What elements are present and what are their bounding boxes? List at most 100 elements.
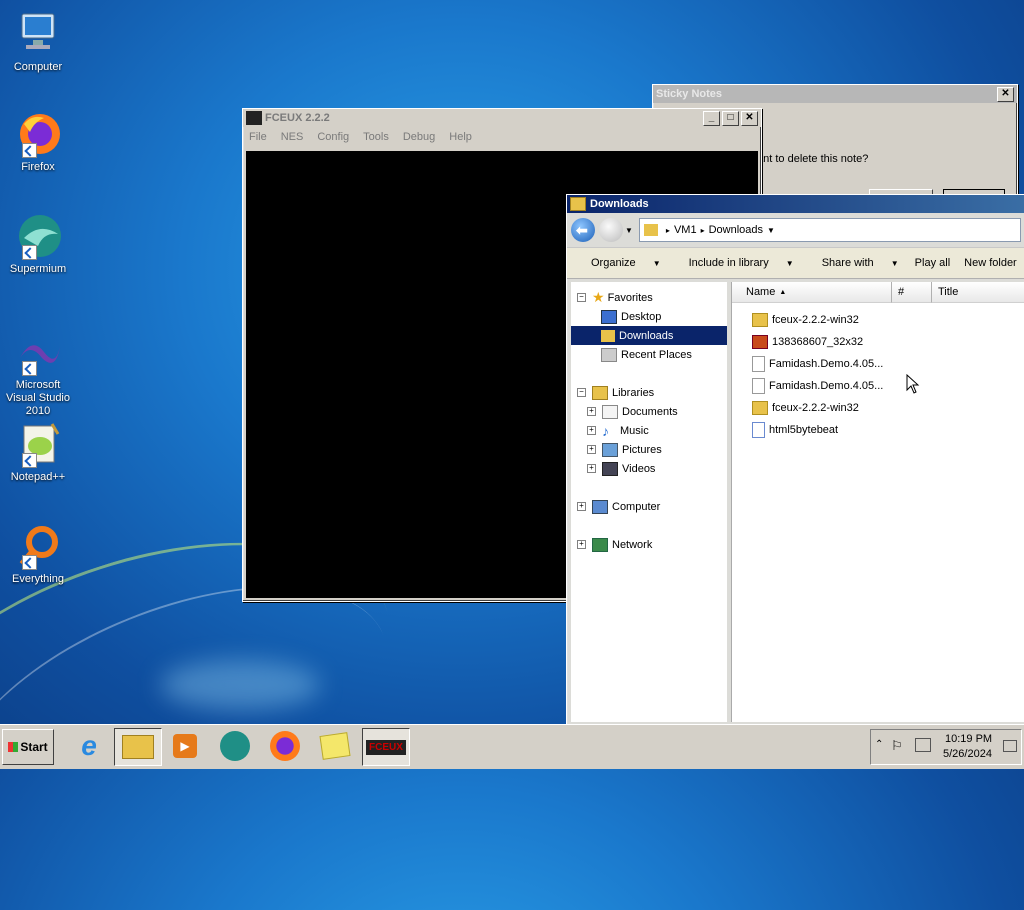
taskbar-fceux[interactable]: FCEUX — [362, 728, 410, 766]
folder-icon — [752, 313, 768, 327]
collapse-icon[interactable]: − — [577, 293, 586, 302]
explorer-titlebar[interactable]: Downloads — [567, 195, 1024, 213]
system-tray: ⌃ ⚐ 10:19 PM 5/26/2024 — [870, 729, 1022, 765]
organize-button[interactable]: Organize ▼ — [579, 257, 663, 269]
desktop-icon-label: Computer — [13, 61, 63, 73]
libraries-icon — [592, 385, 608, 400]
tree-pictures[interactable]: + Pictures — [587, 440, 662, 459]
tree-recent-places[interactable]: Recent Places — [601, 345, 692, 364]
list-item[interactable]: fceux-2.2.2-win32 — [752, 398, 859, 418]
window-title: Sticky Notes — [656, 88, 723, 100]
taskbar-explorer[interactable] — [114, 728, 162, 766]
tree-computer[interactable]: + Computer — [577, 497, 660, 516]
share-with-button[interactable]: Share with ▼ — [810, 257, 901, 269]
desktop-icon-supermium[interactable]: Supermium — [4, 212, 72, 276]
explorer-window[interactable]: Downloads ⬅ ▼ ▸ VM1 ▸ Downloads ▼ Organi… — [566, 194, 1024, 726]
tree-libraries[interactable]: − Libraries — [577, 383, 654, 402]
taskbar-internet-explorer[interactable]: e — [66, 728, 112, 764]
desktop-icon — [601, 309, 617, 324]
firefox-icon — [14, 110, 62, 158]
desktop-icon-label: Microsoft Visual Studio 2010 — [5, 379, 70, 417]
fceux-icon: FCEUX — [366, 739, 406, 755]
expand-icon[interactable]: + — [577, 502, 586, 511]
column-header-number[interactable]: # — [892, 282, 932, 303]
breadcrumb-separator-icon[interactable]: ▸ — [666, 226, 670, 235]
tree-network[interactable]: + Network — [577, 535, 652, 554]
tree-favorites[interactable]: − ★ Favorites — [577, 288, 653, 307]
menu-tools[interactable]: Tools — [363, 131, 389, 143]
show-hidden-icons-button[interactable]: ⌃ — [875, 739, 883, 750]
column-header-title[interactable]: Title — [932, 282, 1024, 303]
list-item[interactable]: fceux-2.2.2-win32 — [752, 310, 859, 330]
documents-icon — [602, 404, 618, 419]
forward-button[interactable] — [599, 218, 623, 242]
network-icon[interactable] — [915, 738, 931, 752]
command-bar: Organize ▼ Include in library ▼ Share wi… — [567, 247, 1024, 279]
supermium-icon — [220, 731, 250, 761]
desktop-icon-firefox[interactable]: Firefox — [4, 110, 72, 174]
list-item[interactable]: html5bytebeat — [752, 420, 838, 440]
start-button[interactable]: Start — [2, 729, 54, 765]
collapse-icon[interactable]: − — [577, 388, 586, 397]
desktop-icon-label: Firefox — [21, 161, 55, 173]
window-title: FCEUX 2.2.2 — [265, 112, 330, 124]
menu-file[interactable]: File — [249, 131, 267, 143]
list-item[interactable]: 138368607_32x32 — [752, 332, 863, 352]
file-list: Name ▲ # Title fceux-2.2.2-win32 1383686… — [731, 282, 1024, 722]
minimize-button[interactable]: _ — [703, 110, 720, 126]
expand-icon[interactable]: + — [587, 445, 596, 454]
desktop-icon-notepadpp[interactable]: Notepad++ — [4, 420, 72, 484]
audio-file-icon — [752, 422, 765, 438]
desktop-icon-label: Supermium — [9, 263, 67, 275]
clock-time[interactable]: 10:19 PM — [945, 733, 992, 745]
menu-config[interactable]: Config — [317, 131, 349, 143]
tree-music[interactable]: + ♪ Music — [587, 421, 649, 440]
expand-icon[interactable]: + — [587, 407, 596, 416]
address-box[interactable]: ▸ VM1 ▸ Downloads ▼ — [638, 218, 1021, 242]
sticky-notes-titlebar[interactable]: Sticky Notes ✕ — [653, 85, 1017, 103]
play-all-button[interactable]: Play all — [915, 257, 950, 269]
list-item[interactable]: Famidash.Demo.4.05... — [752, 376, 883, 396]
tree-documents[interactable]: + Documents — [587, 402, 678, 421]
recent-pages-dropdown[interactable]: ▼ — [625, 226, 633, 235]
expand-icon[interactable]: + — [577, 540, 586, 549]
tree-downloads[interactable]: Downloads — [571, 326, 727, 345]
tree-desktop[interactable]: Desktop — [601, 307, 661, 326]
taskbar-sticky-notes[interactable] — [312, 728, 358, 764]
expand-icon[interactable]: + — [587, 464, 596, 473]
desktop-icon-visual-studio[interactable]: Microsoft Visual Studio 2010 — [4, 328, 72, 418]
desktop-icon-everything[interactable]: Everything — [4, 522, 72, 586]
show-desktop-button[interactable] — [1003, 740, 1017, 752]
chevron-down-icon[interactable]: ▼ — [767, 226, 775, 235]
breadcrumb-downloads[interactable]: Downloads — [709, 224, 763, 236]
column-header-name[interactable]: Name ▲ — [732, 282, 892, 303]
taskbar-supermium[interactable] — [212, 728, 258, 764]
close-button[interactable]: ✕ — [997, 86, 1014, 102]
computer-icon — [14, 10, 62, 58]
menu-help[interactable]: Help — [449, 131, 472, 143]
desktop-icon-computer[interactable]: Computer — [4, 10, 72, 74]
folder-icon — [570, 197, 586, 211]
breadcrumb-separator-icon[interactable]: ▸ — [701, 226, 705, 235]
close-button[interactable]: ✕ — [741, 110, 758, 126]
desktop-icon-label: Notepad++ — [10, 471, 66, 483]
include-in-library-button[interactable]: Include in library ▼ — [677, 257, 796, 269]
menu-debug[interactable]: Debug — [403, 131, 435, 143]
address-bar: ⬅ ▼ ▸ VM1 ▸ Downloads ▼ — [567, 213, 1024, 247]
internet-explorer-icon: e — [81, 730, 97, 761]
action-center-flag-icon[interactable]: ⚐ — [891, 738, 903, 754]
list-item[interactable]: Famidash.Demo.4.05... — [752, 354, 883, 374]
fceux-menubar: File NES Config Tools Debug Help — [243, 127, 761, 147]
expand-icon[interactable]: + — [587, 426, 596, 435]
clock-date[interactable]: 5/26/2024 — [943, 748, 992, 760]
maximize-button[interactable]: □ — [722, 110, 739, 126]
breadcrumb-vm1[interactable]: VM1 — [674, 224, 697, 236]
tree-videos[interactable]: + Videos — [587, 459, 655, 478]
taskbar-media-player[interactable]: ▶ — [162, 728, 208, 764]
fceux-app-icon — [246, 111, 262, 125]
new-folder-button[interactable]: New folder — [964, 257, 1017, 269]
menu-nes[interactable]: NES — [281, 131, 304, 143]
back-button[interactable]: ⬅ — [571, 218, 595, 242]
fceux-titlebar[interactable]: FCEUX 2.2.2 _ □ ✕ — [243, 109, 761, 127]
taskbar-firefox[interactable] — [262, 728, 308, 764]
